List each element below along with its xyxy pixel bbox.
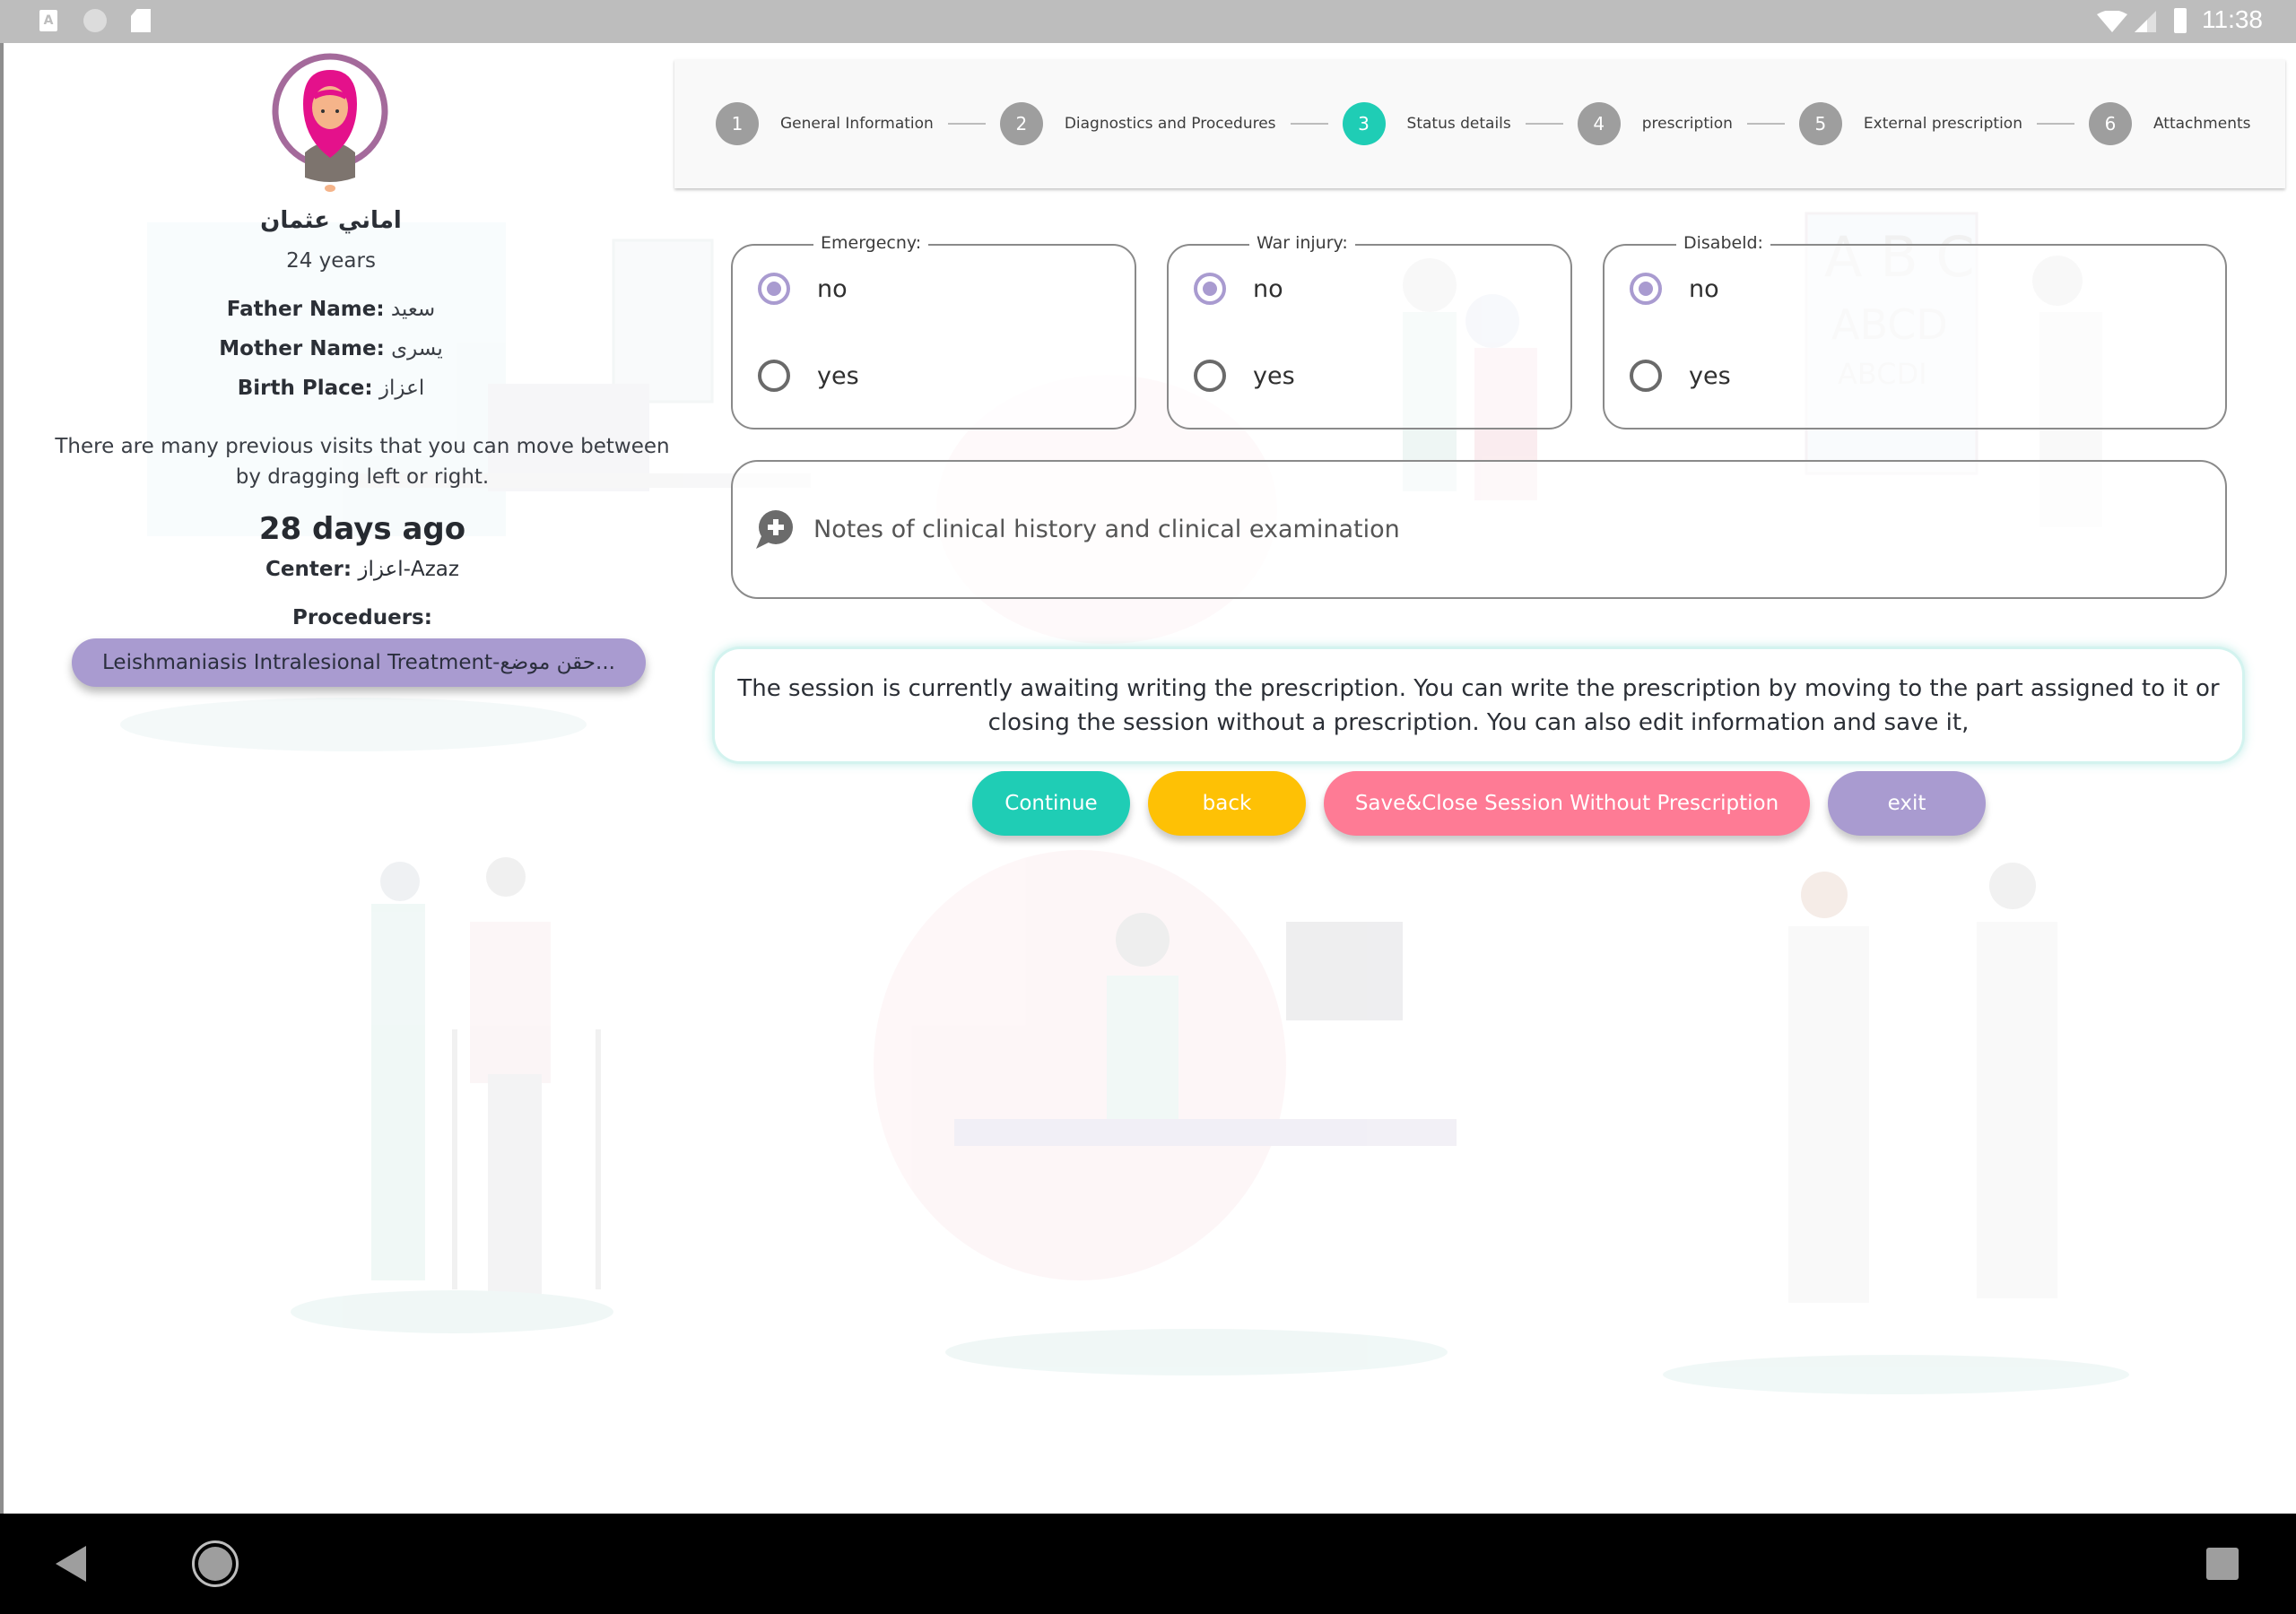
clinical-notes-input[interactable]: Notes of clinical history and clinical e… — [731, 460, 2227, 599]
step-connector — [1290, 123, 1328, 125]
disabled-legend: Disabeld: — [1676, 233, 1770, 253]
step-number: 5 — [1798, 102, 1842, 145]
step-label: External prescription — [1863, 115, 2022, 133]
patient-age: 24 years — [286, 249, 376, 273]
center-value: اعزاز-Azaz — [358, 558, 459, 581]
save-close-without-prescription-button[interactable]: Save&Close Session Without Prescription — [1324, 771, 1810, 836]
mother-name-label: Mother Name: — [219, 337, 385, 360]
father-name-value: سعيد — [390, 298, 436, 321]
step-number-active: 3 — [1342, 102, 1386, 145]
radio-button[interactable] — [1194, 360, 1226, 392]
emergency-radio-group: Emergecny: no yes — [731, 233, 1136, 430]
exit-button[interactable]: exit — [1828, 771, 1986, 836]
mother-name-row: Mother Name: يسرى — [39, 337, 622, 360]
step-label: Attachments — [2152, 115, 2251, 133]
visits-hint: There are many previous visits that you … — [55, 435, 670, 489]
radio-label: no — [1253, 274, 1283, 303]
war-injury-option-yes[interactable]: yes — [1194, 360, 1295, 392]
action-buttons: Continue back Save&Close Session Without… — [972, 771, 1986, 836]
patient-name: اماني عثمان — [260, 207, 402, 234]
radio-label: no — [1689, 274, 1719, 303]
radio-label: yes — [1253, 361, 1295, 390]
android-nav-bar — [0, 1514, 2296, 1614]
battery-icon — [2174, 8, 2187, 33]
step-prescription[interactable]: 4 prescription — [1577, 102, 1733, 145]
step-general-information[interactable]: 1 General Information — [716, 102, 934, 145]
back-button[interactable]: back — [1148, 771, 1306, 836]
visit-center-row: Center: اعزاز-Azaz — [39, 558, 685, 581]
step-number: 4 — [1577, 102, 1621, 145]
war-injury-legend: War injury: — [1249, 233, 1355, 253]
radio-button-checked[interactable] — [758, 273, 790, 305]
father-name-label: Father Name: — [226, 298, 385, 321]
procedure-chip[interactable]: Leishmaniasis Intralesional Treatment-حق… — [72, 638, 646, 687]
session-status-message: The session is currently awaiting writin… — [715, 649, 2242, 761]
visit-date[interactable]: 28 days ago — [39, 511, 685, 547]
nav-back-icon[interactable] — [56, 1546, 86, 1582]
emergency-option-yes[interactable]: yes — [758, 360, 859, 392]
step-label: General Information — [780, 115, 934, 133]
step-number: 6 — [2088, 102, 2132, 145]
war-injury-radio-group: War injury: no yes — [1167, 233, 1572, 430]
radio-label: no — [817, 274, 848, 303]
step-connector — [947, 123, 986, 125]
step-connector — [1746, 123, 1785, 125]
radio-button[interactable] — [758, 360, 790, 392]
nav-home-icon[interactable] — [192, 1540, 239, 1587]
accessibility-a-icon: A — [39, 10, 57, 31]
radio-label: yes — [817, 361, 859, 390]
app-screen: A B C ABCD ABCDI — [0, 43, 2296, 1514]
emergency-option-no[interactable]: no — [758, 273, 848, 305]
mother-name-value: يسرى — [391, 337, 443, 360]
radio-label: yes — [1689, 361, 1731, 390]
cell-signal-icon — [2135, 11, 2156, 32]
step-diagnostics-and-procedures[interactable]: 2 Diagnostics and Procedures — [999, 102, 1276, 145]
birth-place-label: Birth Place: — [237, 377, 373, 400]
step-label: prescription — [1641, 115, 1733, 133]
birth-place-value: اعزاز — [378, 377, 425, 400]
father-name-row: Father Name: سعيد — [39, 298, 622, 321]
patient-avatar — [272, 53, 388, 192]
step-connector — [2036, 123, 2074, 125]
clock: 11:38 — [2202, 5, 2263, 33]
war-injury-option-no[interactable]: no — [1194, 273, 1283, 305]
status-bar: A 11:38 — [0, 0, 2296, 43]
step-attachments[interactable]: 6 Attachments — [2088, 102, 2251, 145]
step-number: 1 — [716, 102, 759, 145]
sync-icon — [83, 9, 107, 32]
step-label: Status details — [1406, 115, 1511, 133]
radio-button-checked[interactable] — [1630, 273, 1662, 305]
clinical-notes-placeholder: Notes of clinical history and clinical e… — [813, 516, 1400, 543]
procedures-label: Proceduers: — [292, 606, 432, 629]
radio-button-checked[interactable] — [1194, 273, 1226, 305]
disabled-radio-group: Disabeld: no yes — [1603, 233, 2227, 430]
birth-place-row: Birth Place: اعزاز — [39, 377, 622, 400]
center-label: Center: — [265, 558, 352, 581]
disabled-option-yes[interactable]: yes — [1630, 360, 1731, 392]
step-number: 2 — [999, 102, 1043, 145]
radio-button[interactable] — [1630, 360, 1662, 392]
step-external-prescription[interactable]: 5 External prescription — [1798, 102, 2022, 145]
step-connector — [1525, 123, 1563, 125]
nav-recents-icon[interactable] — [2206, 1548, 2239, 1580]
step-status-details[interactable]: 3 Status details — [1342, 102, 1511, 145]
sd-card-icon — [131, 9, 151, 32]
step-label: Diagnostics and Procedures — [1064, 115, 1276, 133]
wifi-icon — [2097, 11, 2127, 32]
session-stepper: 1 General Information 2 Diagnostics and … — [674, 59, 2285, 188]
add-comment-icon — [756, 509, 793, 549]
disabled-option-no[interactable]: no — [1630, 273, 1719, 305]
continue-button[interactable]: Continue — [972, 771, 1130, 836]
emergency-legend: Emergecny: — [813, 233, 929, 253]
